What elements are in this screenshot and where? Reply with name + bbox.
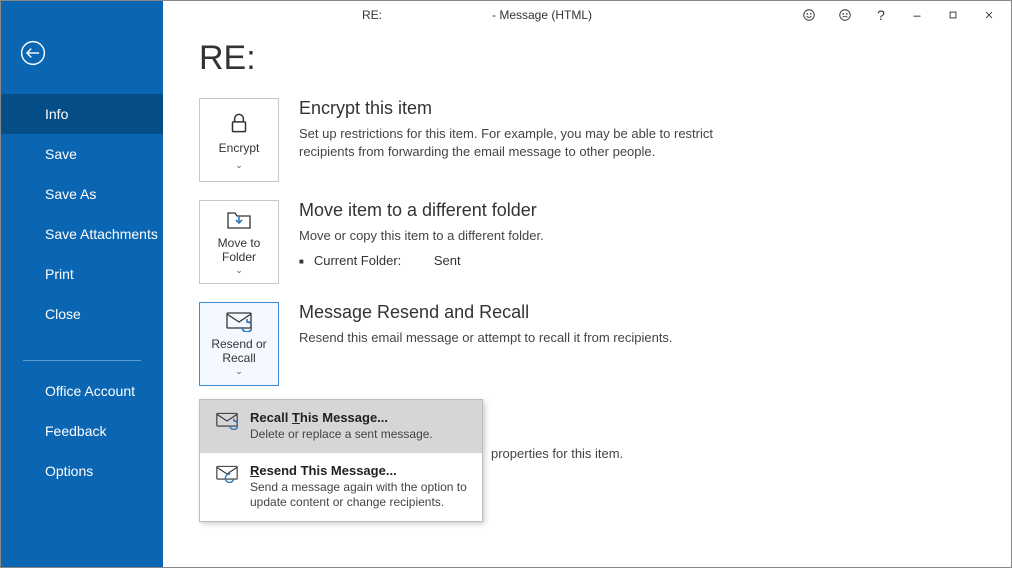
- resend-heading: Message Resend and Recall: [299, 302, 673, 323]
- title-subject: RE:: [362, 8, 382, 22]
- properties-body-partial: properties for this item.: [491, 446, 623, 461]
- encrypt-button[interactable]: Encrypt ⌄: [199, 98, 279, 182]
- help-icon[interactable]: ?: [863, 1, 899, 29]
- backstage-sidebar: Info Save Save As Save Attachments Print…: [1, 1, 163, 567]
- section-resend-recall: Resend or Recall ⌄ Message Resend and Re…: [199, 302, 987, 386]
- title-doctype: - Message (HTML): [492, 8, 592, 22]
- section-move: Move to Folder ⌄ Move item to a differen…: [199, 200, 987, 284]
- page-title: RE:: [199, 39, 987, 78]
- sidebar-item-print[interactable]: Print: [1, 254, 163, 294]
- menu-item-recall-this-message[interactable]: Recall This Message... Delete or replace…: [200, 400, 482, 453]
- sidebar-item-info[interactable]: Info: [1, 94, 163, 134]
- resend-or-recall-button[interactable]: Resend or Recall ⌄: [199, 302, 279, 386]
- sidebar-divider: [23, 360, 141, 361]
- outlook-backstage-window: RE: - Message (HTML) ?: [0, 0, 1012, 568]
- sidebar-item-save-attachments[interactable]: Save Attachments: [1, 214, 163, 254]
- maximize-icon[interactable]: [935, 1, 971, 29]
- minimize-icon[interactable]: [899, 1, 935, 29]
- envelope-recall-icon: [216, 412, 238, 430]
- chevron-down-icon: ⌄: [235, 161, 243, 170]
- sidebar-item-save-as[interactable]: Save As: [1, 174, 163, 214]
- sidebar-item-close[interactable]: Close: [1, 294, 163, 334]
- folder-move-icon: [226, 209, 252, 231]
- chevron-down-icon: ⌄: [235, 266, 243, 275]
- face-happy-icon[interactable]: [791, 1, 827, 29]
- encrypt-body: Set up restrictions for this item. For e…: [299, 125, 759, 161]
- close-icon[interactable]: [971, 1, 1007, 29]
- chevron-down-icon: ⌄: [235, 367, 243, 376]
- lock-icon: [226, 110, 252, 136]
- sidebar-item-office-account[interactable]: Office Account: [1, 371, 163, 411]
- encrypt-heading: Encrypt this item: [299, 98, 759, 119]
- menu-item-resend-this-message[interactable]: Resend This Message... Send a message ag…: [200, 453, 482, 521]
- move-body: Move or copy this item to a different fo…: [299, 227, 544, 245]
- resend-body: Resend this email message or attempt to …: [299, 329, 673, 347]
- envelope-resend-icon: [216, 465, 238, 483]
- sidebar-item-options[interactable]: Options: [1, 451, 163, 491]
- current-folder-row: ■ Current Folder: Sent: [299, 253, 544, 271]
- sidebar-item-save[interactable]: Save: [1, 134, 163, 174]
- back-button[interactable]: [19, 39, 163, 70]
- sidebar-item-feedback[interactable]: Feedback: [1, 411, 163, 451]
- move-heading: Move item to a different folder: [299, 200, 544, 221]
- face-sad-icon[interactable]: [827, 1, 863, 29]
- move-to-folder-button[interactable]: Move to Folder ⌄: [199, 200, 279, 284]
- section-encrypt: Encrypt ⌄ Encrypt this item Set up restr…: [199, 98, 987, 182]
- resend-recall-menu: Recall This Message... Delete or replace…: [199, 399, 483, 522]
- envelope-recall-icon: [226, 312, 252, 332]
